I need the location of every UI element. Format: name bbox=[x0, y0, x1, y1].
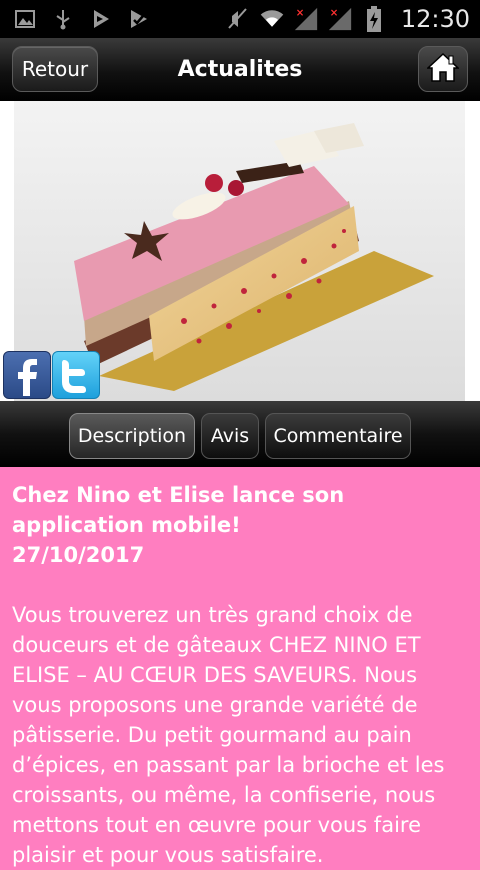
home-icon bbox=[426, 52, 460, 86]
article-headline: Chez Nino et Elise lance son application… bbox=[12, 483, 345, 537]
clock: 12:30 bbox=[400, 5, 470, 33]
facebook-icon bbox=[4, 359, 50, 402]
twitter-button[interactable] bbox=[52, 351, 100, 399]
signal-no-service-icon: × bbox=[293, 4, 319, 34]
back-button[interactable]: Retour bbox=[12, 46, 98, 92]
twitter-icon bbox=[53, 360, 99, 402]
image-icon bbox=[14, 8, 36, 30]
system-icons: × × 12:30 bbox=[225, 4, 470, 34]
play-store-icon bbox=[90, 8, 112, 30]
usb-icon bbox=[52, 8, 74, 30]
header-bar: Actualites Retour bbox=[0, 38, 480, 101]
tab-bar: Description Avis Commentaire bbox=[0, 401, 480, 467]
mute-icon bbox=[225, 4, 251, 34]
article-body: Vous trouverez un très grand choix de do… bbox=[12, 603, 445, 867]
article-date: 27/10/2017 bbox=[12, 543, 145, 567]
play-store-check-icon bbox=[128, 8, 150, 30]
wifi-icon bbox=[259, 4, 285, 34]
svg-text:×: × bbox=[330, 8, 339, 19]
signal-no-service-icon: × bbox=[327, 4, 353, 34]
tab-description[interactable]: Description bbox=[69, 413, 195, 459]
tab-commentaire[interactable]: Commentaire bbox=[265, 413, 411, 459]
battery-charging-icon bbox=[361, 4, 387, 34]
status-bar: × × 12:30 bbox=[0, 0, 480, 38]
facebook-button[interactable] bbox=[3, 351, 51, 399]
tab-avis[interactable]: Avis bbox=[201, 413, 259, 459]
home-button[interactable] bbox=[418, 46, 468, 92]
svg-text:×: × bbox=[296, 8, 305, 19]
notification-icons bbox=[14, 8, 150, 30]
article-content: Chez Nino et Elise lance son application… bbox=[12, 480, 468, 870]
